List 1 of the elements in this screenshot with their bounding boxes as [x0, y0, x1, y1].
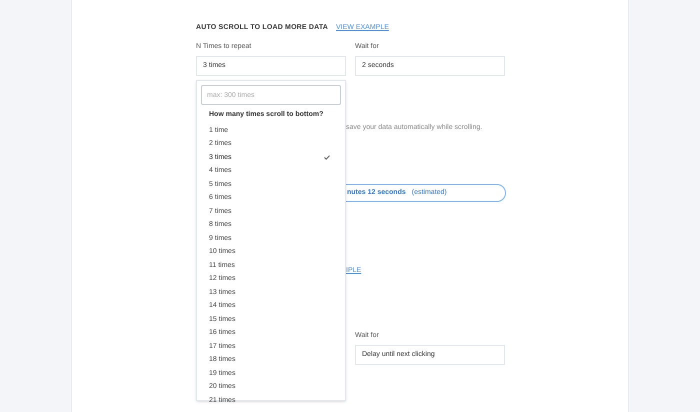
checkmark-icon: [324, 155, 330, 160]
